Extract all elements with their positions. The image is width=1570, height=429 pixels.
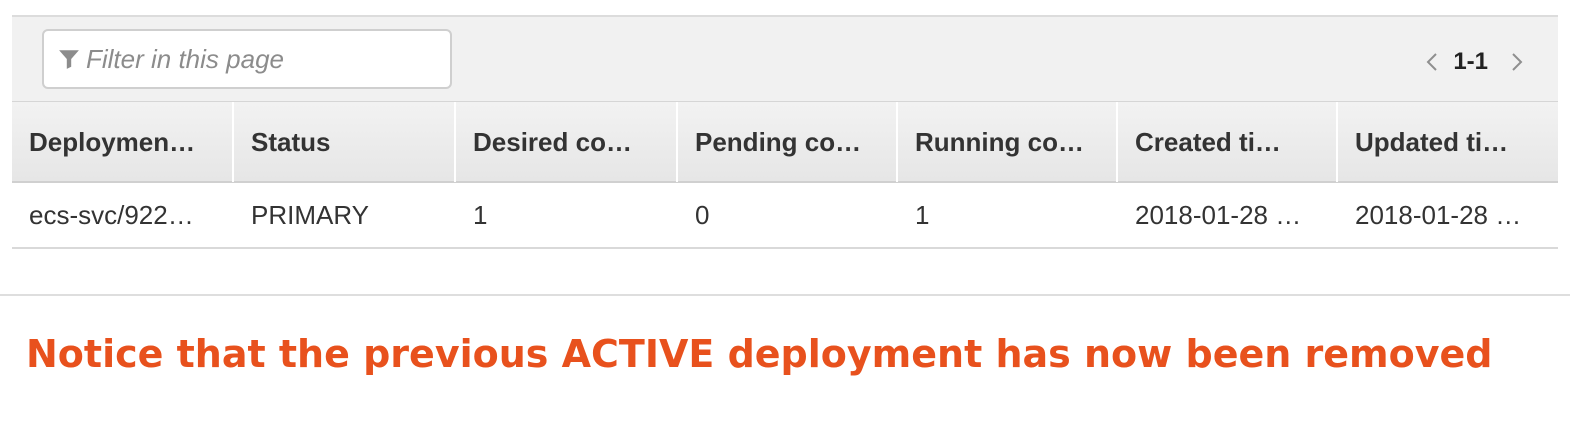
- column-header-running-count[interactable]: Running co…: [898, 102, 1118, 182]
- page-range: 1-1: [1453, 48, 1488, 75]
- cell-desired-count: 1: [473, 199, 488, 230]
- chevron-left-icon: [1426, 53, 1438, 71]
- pagination: 1-1: [1421, 45, 1528, 79]
- next-page-button[interactable]: [1506, 47, 1528, 77]
- filter-placeholder: Filter in this page: [86, 43, 284, 74]
- table-row[interactable]: ecs-svc/922… PRIMARY 1 0 1 2018-01-28 … …: [12, 183, 1558, 249]
- column-header-deployment[interactable]: Deploymen…: [12, 102, 234, 182]
- cell-pending-count: 0: [695, 199, 710, 230]
- cell-deployment-id: ecs-svc/922…: [29, 199, 194, 230]
- cell-running-count: 1: [915, 199, 930, 230]
- cell-updated-time: 2018-01-28 …: [1355, 199, 1522, 230]
- table-toolbar: Filter in this page 1-1: [12, 15, 1558, 101]
- table-header: Deploymen… Status Desired co… Pending co…: [12, 101, 1558, 183]
- column-header-pending-count[interactable]: Pending co…: [678, 102, 898, 182]
- column-header-updated-time[interactable]: Updated ti…: [1338, 102, 1558, 182]
- section-divider: [0, 294, 1570, 296]
- column-header-created-time[interactable]: Created ti…: [1118, 102, 1338, 182]
- previous-page-button[interactable]: [1421, 47, 1443, 77]
- column-header-desired-count[interactable]: Desired co…: [456, 102, 678, 182]
- cell-created-time: 2018-01-28 …: [1135, 199, 1302, 230]
- column-header-status[interactable]: Status: [234, 102, 456, 182]
- filter-funnel-icon: [59, 50, 79, 69]
- chevron-right-icon: [1512, 53, 1523, 71]
- cell-status: PRIMARY: [251, 199, 369, 230]
- deployments-panel: Filter in this page 1-1 Deploymen… Statu…: [12, 15, 1558, 251]
- annotation-text: Notice that the previous ACTIVE deployme…: [26, 332, 1493, 376]
- filter-input[interactable]: Filter in this page: [42, 29, 452, 89]
